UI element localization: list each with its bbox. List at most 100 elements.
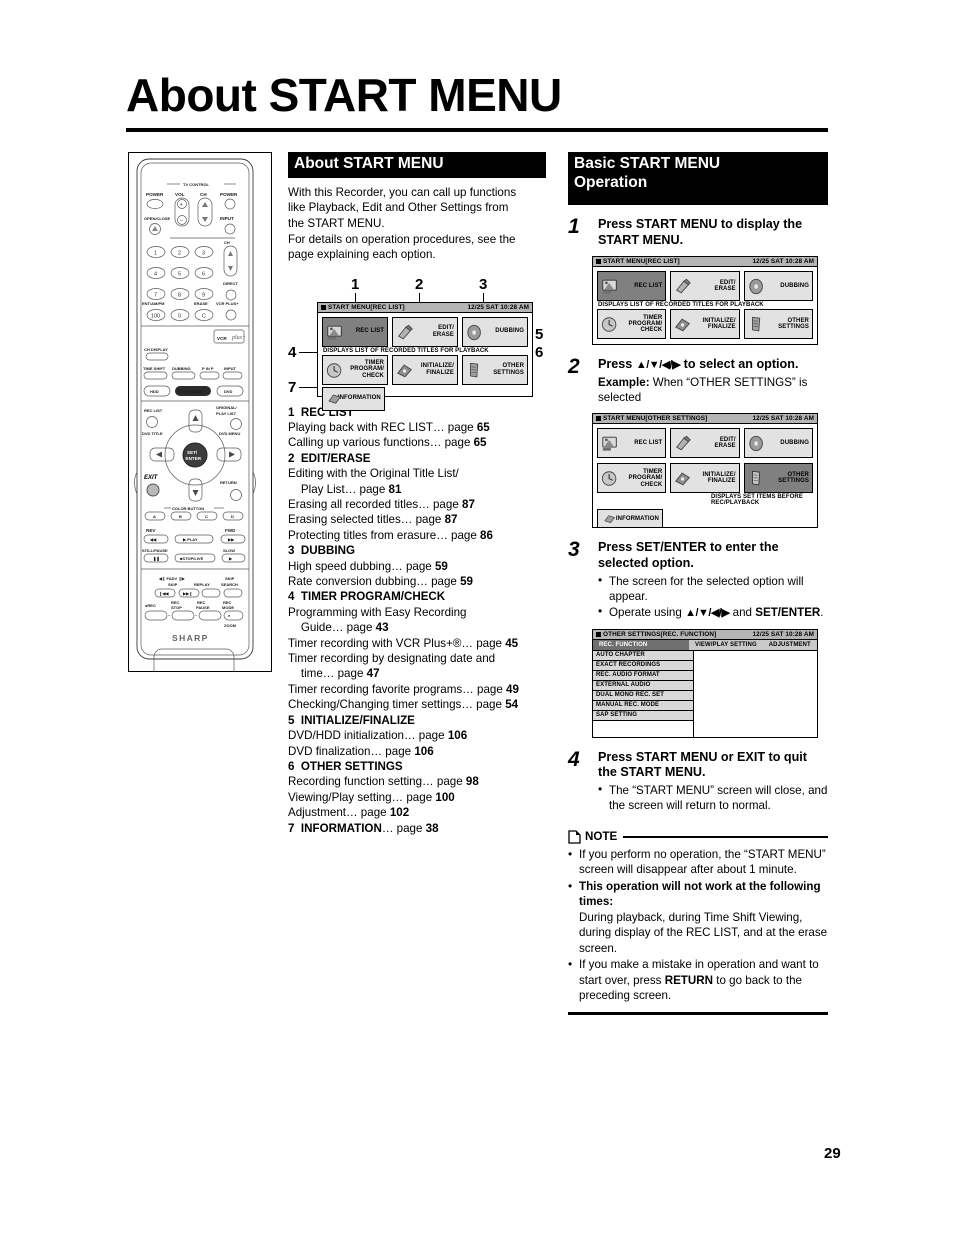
svg-text:●REC: ●REC	[145, 603, 156, 608]
osd-tile-label: INITIALIZE/FINALIZE	[702, 317, 736, 331]
osd-title-bar: START MENU[REC LIST] 12/25 SAT 10:28 AM	[593, 257, 817, 268]
osd-tile-dubbing[interactable]: DUBBING	[462, 316, 528, 347]
osd-row-1: REC LIST EDIT/ERASE DUBBING	[593, 267, 817, 302]
settings-item[interactable]: AUTO CHAPTER	[593, 650, 693, 661]
dubbing-icon	[467, 324, 481, 340]
list-item: Playing back with REC LIST… page 65	[288, 420, 490, 434]
disc-icon	[675, 318, 691, 332]
list-item: 6 OTHER SETTINGS	[288, 759, 403, 773]
osd-tile-information[interactable]: INFORMATION	[597, 509, 663, 528]
osd-tile-timer-program-check[interactable]: TIMER PROGRAM/CHECK	[322, 354, 388, 385]
svg-text:POWER: POWER	[146, 192, 164, 197]
osd-tile-other-settings[interactable]: OTHER SETTINGS	[743, 309, 813, 340]
svg-text:▶▶❙: ▶▶❙	[182, 591, 193, 597]
svg-text:CH: CH	[224, 240, 230, 245]
osd-tile-edit-erase[interactable]: EDIT/ERASE	[392, 316, 458, 347]
tab-adjustment[interactable]: ADJUSTMENT	[763, 640, 817, 650]
step-number: 3	[568, 538, 580, 562]
settings-item[interactable]: EXACT RECORDINGS	[593, 660, 693, 671]
osd-tile-label: REC LIST	[634, 283, 663, 290]
osd-tile-initialize-finalize[interactable]: INITIALIZE/FINALIZE	[670, 309, 740, 340]
settings-icon	[470, 362, 479, 377]
svg-text:4: 4	[154, 272, 157, 278]
osd-tile-dubbing[interactable]: DUBBING	[743, 428, 813, 459]
clock-icon	[326, 362, 342, 378]
list-item: Rate conversion dubbing… page 59	[288, 575, 473, 589]
osd-tile-label: INITIALIZE/FINALIZE	[420, 363, 454, 376]
callout-4: 4	[288, 343, 297, 361]
svg-text:STILL/PAUSE: STILL/PAUSE	[142, 548, 168, 553]
osd-tile-rec-list[interactable]: REC LIST	[597, 271, 667, 302]
dubbing-icon	[749, 279, 763, 295]
osd-tile-edit-erase[interactable]: EDIT/ERASE	[670, 271, 740, 302]
svg-text:INPUT: INPUT	[220, 216, 234, 221]
svg-text:D: D	[231, 514, 234, 519]
osd-tile-rec-list[interactable]: REC LIST	[597, 428, 667, 459]
note-heading: NOTE	[568, 829, 828, 844]
osd-tile-label: TIMER PROGRAM/CHECK	[628, 314, 663, 334]
svg-text:CH DISPLAY: CH DISPLAY	[144, 347, 168, 352]
list-item: DVD/HDD initialization… page 106	[288, 729, 468, 743]
list-item: Editing with the Original Title List/	[288, 467, 459, 481]
settings-item[interactable]: REC. AUDIO FORMAT	[593, 670, 693, 681]
osd-tile-edit-erase[interactable]: EDIT/ERASE	[670, 428, 740, 459]
settings-item[interactable]: EXTERNAL AUDIO	[593, 680, 693, 691]
svg-text:8: 8	[178, 293, 181, 299]
osd-tile-label: INFORMATION	[615, 515, 659, 522]
svg-text:VOL: VOL	[175, 192, 185, 197]
settings-item[interactable]: DUAL MONO REC. SET	[593, 690, 693, 701]
osd-title-bar: OTHER SETTINGS[REC. FUNCTION] 12/25 SAT …	[593, 629, 817, 640]
osd-tile-timer-program-check[interactable]: TIMER PROGRAM/CHECK	[597, 463, 667, 494]
osd-tile-label: OTHER SETTINGS	[778, 472, 809, 485]
section-heading-basic: Basic START MENU Operation	[568, 152, 828, 205]
tv-icon	[602, 279, 617, 294]
osd-tile-timer-program-check[interactable]: TIMER PROGRAM/CHECK	[597, 309, 667, 340]
osd-tile-dubbing[interactable]: DUBBING	[743, 271, 813, 302]
settings-item[interactable]: MANUAL REC. MODE	[593, 700, 693, 711]
callout-6: 6	[535, 343, 544, 361]
osd-row-1: REC LIST EDIT/ERASE DUBBING	[593, 424, 817, 459]
svg-text:SKIP: SKIP	[168, 582, 178, 587]
osd-tile-initialize-finalize[interactable]: INITIALIZE/FINALIZE	[670, 463, 740, 494]
osd-clock: 12/25 SAT 10:28 AM	[752, 415, 814, 423]
svg-text:❚❚: ❚❚	[153, 556, 160, 562]
osd-tile-label: EDIT/ERASE	[714, 279, 736, 293]
osd-tile-information[interactable]: INFORMATION	[322, 386, 385, 411]
osd-tile-label: OTHER SETTINGS	[493, 363, 524, 376]
osd-title: START MENU[OTHER SETTINGS]	[596, 415, 707, 422]
svg-text:COLOR BUTTON: COLOR BUTTON	[172, 506, 204, 511]
svg-text:VCR: VCR	[217, 336, 227, 341]
svg-text:5: 5	[178, 272, 181, 278]
settings-item-list: AUTO CHAPTER EXACT RECORDINGS REC. AUDIO…	[593, 650, 694, 737]
svg-text:ZOOM: ZOOM	[224, 623, 237, 628]
svg-text:CH: CH	[200, 192, 207, 197]
osd-tile-other-settings[interactable]: OTHER SETTINGS	[462, 354, 528, 385]
osd-row-2: TIMER PROGRAM/CHECK INITIALIZE/FINALIZE O…	[593, 458, 817, 494]
osd-tile-other-settings[interactable]: OTHER SETTINGS	[743, 463, 813, 494]
osd-tile-label: DUBBING	[780, 440, 809, 447]
svg-text:SET/: SET/	[187, 450, 198, 455]
osd-title-bar: START MENU[OTHER SETTINGS] 12/25 SAT 10:…	[593, 414, 817, 425]
note-item-text: During playback, during Time Shift Viewi…	[579, 910, 828, 955]
tab-rec-function[interactable]: REC. FUNCTION	[593, 639, 689, 650]
svg-text:9: 9	[202, 293, 205, 299]
svg-text:SEARCH: SEARCH	[221, 582, 238, 587]
list-item: Play List… page 81	[288, 482, 402, 496]
step-number: 2	[568, 355, 580, 379]
svg-text:FWD: FWD	[225, 528, 236, 533]
section-heading-about: About START MENU	[288, 152, 546, 178]
note-item-bold: This operation will not work at the foll…	[579, 879, 821, 909]
tv-icon	[327, 325, 342, 340]
osd-tile-label: REC LIST	[355, 328, 384, 335]
osd-tile-label: DUBBING	[780, 283, 809, 290]
settings-item[interactable]: SAP SETTING	[593, 710, 693, 721]
osd-row-2: TIMER PROGRAM/CHECK INITIALIZE/FINALIZE O…	[593, 309, 817, 344]
tab-view-play-setting[interactable]: VIEW/PLAY SETTING	[689, 640, 763, 650]
step-bullets: The “START MENU” screen will close, and …	[598, 782, 828, 814]
osd-tile-initialize-finalize[interactable]: INITIALIZE/FINALIZE	[392, 354, 458, 385]
osd-tile-rec-list[interactable]: REC LIST	[322, 316, 388, 347]
svg-text:6: 6	[202, 272, 205, 278]
osd-step1: START MENU[REC LIST] 12/25 SAT 10:28 AM …	[592, 256, 818, 346]
list-item: Adjustment… page 102	[288, 806, 410, 820]
remote-control-illustration: .ol{fill:none;stroke:#3a3a3a;stroke-widt…	[128, 152, 272, 672]
